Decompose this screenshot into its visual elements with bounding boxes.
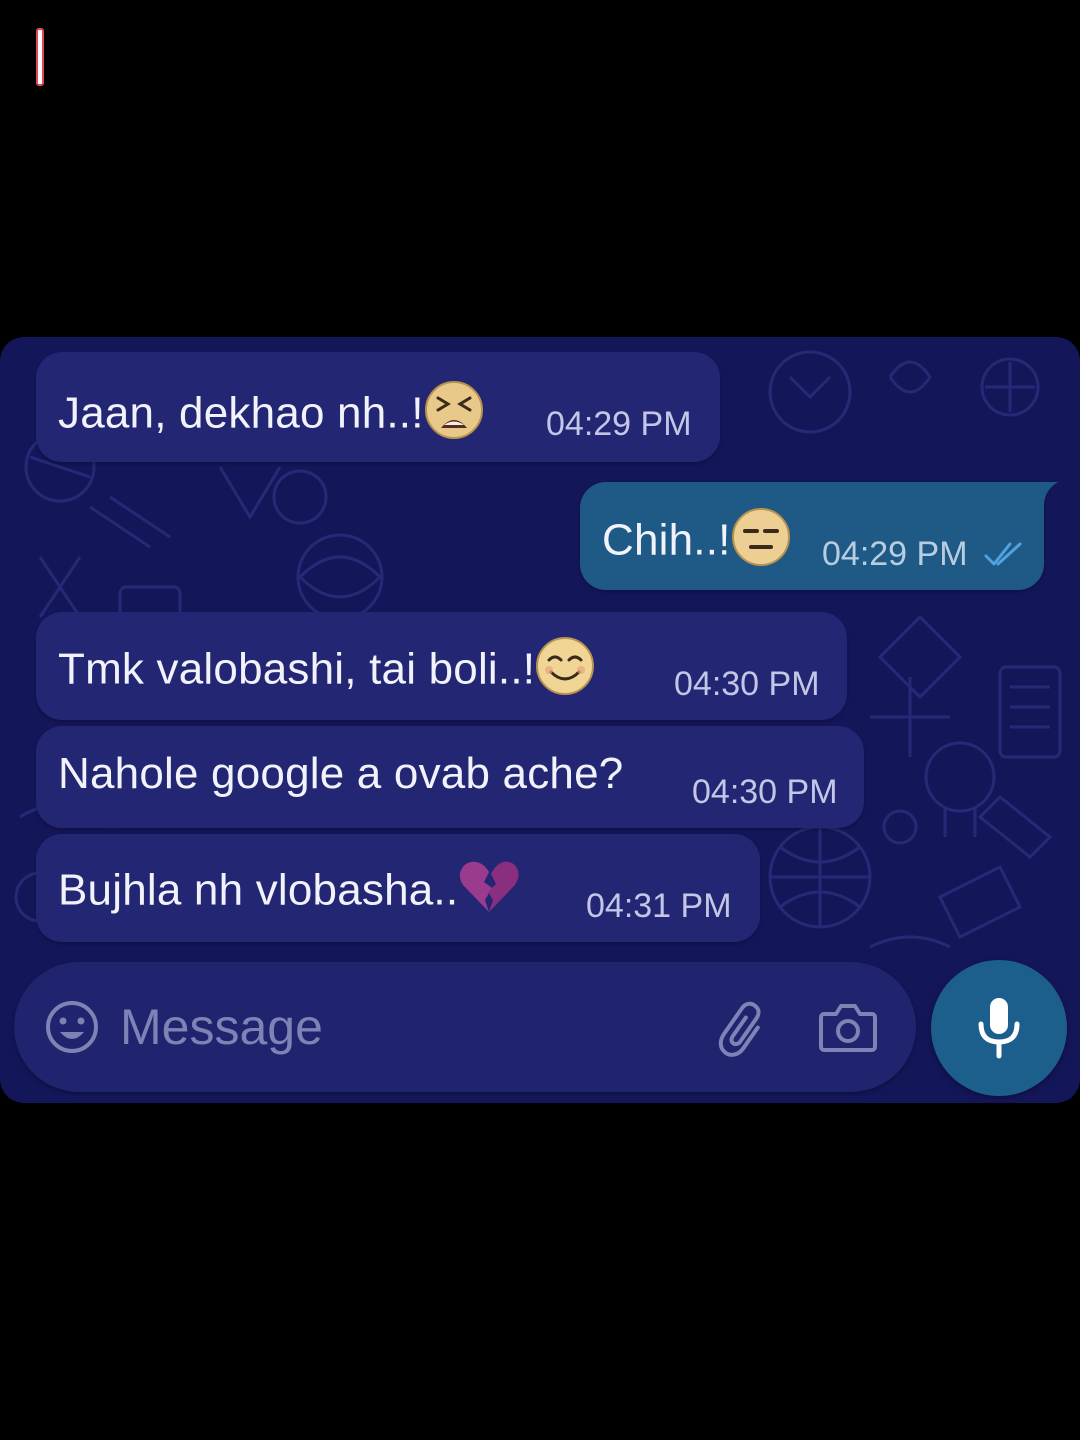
message-bubble-incoming[interactable]: Tmk valobashi, tai boli..! 04:30 PM	[36, 612, 847, 720]
message-text: Tmk valobashi, tai boli..!	[58, 636, 595, 708]
message-text: Nahole google a ovab ache?	[58, 749, 624, 798]
bubble-tail	[1034, 482, 1058, 506]
weary-face-icon	[424, 380, 484, 452]
microphone-icon	[978, 998, 1020, 1059]
expressionless-face-icon	[731, 507, 791, 579]
message-input-placeholder[interactable]: Message	[120, 998, 323, 1056]
message-bubble-incoming[interactable]: Bujhla nh vlobasha.. 04:31 PM	[36, 834, 760, 942]
message-bubble-incoming[interactable]: Jaan, dekhao nh..! 04:29 PM	[36, 352, 720, 462]
camera-icon[interactable]	[818, 1000, 878, 1054]
attach-paperclip-icon[interactable]	[714, 1000, 774, 1060]
message-timestamp: 04:30 PM	[674, 665, 820, 703]
message-timestamp: 04:31 PM	[586, 887, 732, 925]
message-text: Chih..!	[602, 507, 791, 579]
voice-message-button[interactable]	[931, 960, 1067, 1096]
message-text: Bujhla nh vlobasha..	[58, 858, 520, 928]
message-timestamp: 04:30 PM	[692, 773, 838, 811]
broken-heart-icon	[458, 858, 520, 928]
read-receipt-icon	[984, 542, 1022, 566]
story-frame: Jaan, dekhao nh..! 04:29 PM Chih..! 04:2…	[0, 0, 1080, 1440]
message-bubble-incoming[interactable]: Nahole google a ovab ache? 04:30 PM	[36, 726, 864, 828]
chat-screenshot: Jaan, dekhao nh..! 04:29 PM Chih..! 04:2…	[0, 337, 1080, 1103]
message-input-bar[interactable]: Message	[14, 962, 916, 1092]
message-timestamp: 04:29 PM	[822, 535, 968, 573]
message-text: Jaan, dekhao nh..!	[58, 380, 484, 452]
message-bubble-outgoing[interactable]: Chih..! 04:29 PM	[580, 482, 1058, 590]
smiling-face-icon	[535, 636, 595, 708]
story-progress-bar	[36, 28, 44, 86]
message-timestamp: 04:29 PM	[546, 405, 692, 443]
emoji-icon[interactable]	[44, 999, 100, 1055]
